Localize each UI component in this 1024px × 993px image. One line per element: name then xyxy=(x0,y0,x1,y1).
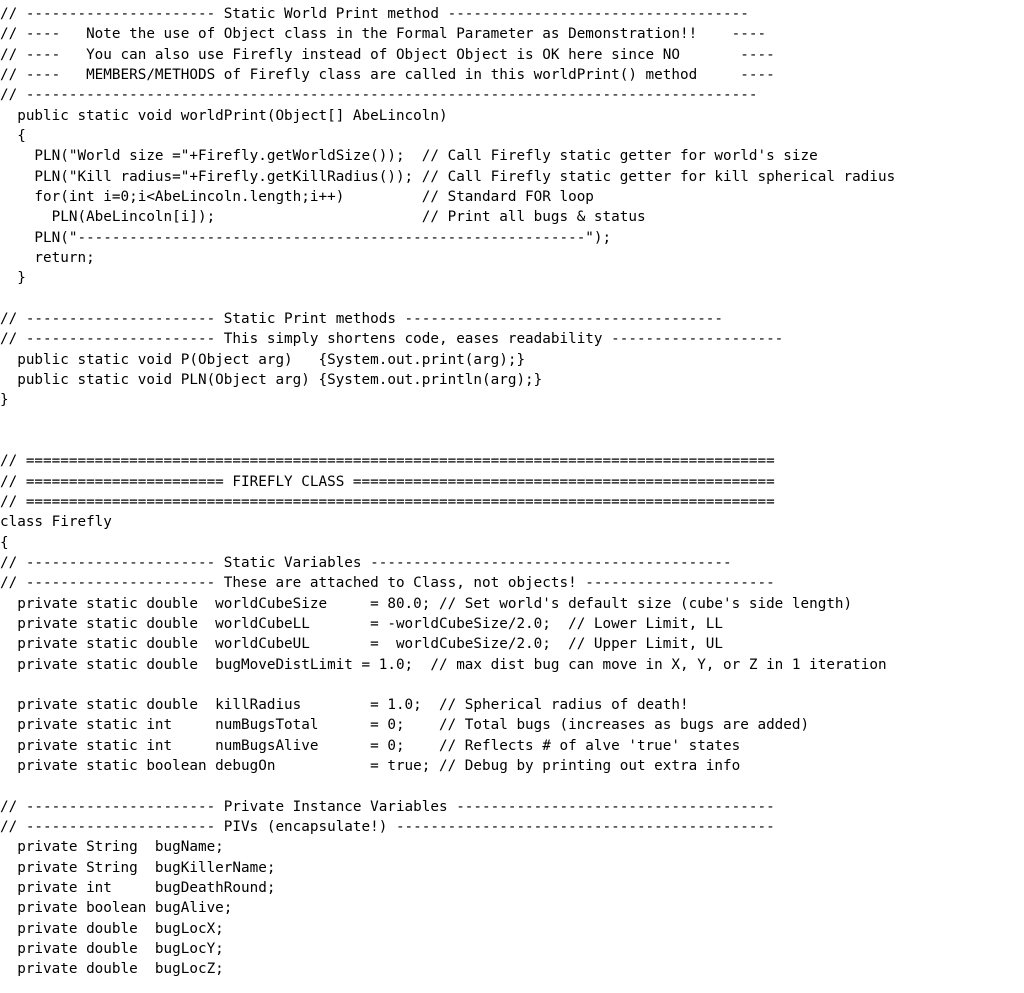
code-line: // ---- You can also use Firefly instead… xyxy=(0,46,775,63)
code-line: for(int i=0;i<AbeLincoln.length;i++) // … xyxy=(0,188,594,205)
code-line: // ---------------------- Private Instan… xyxy=(0,798,775,815)
code-line: private static int numBugsTotal = 0; // … xyxy=(0,717,810,734)
code-line: PLN("Kill radius="+Firefly.getKillRadius… xyxy=(0,168,896,185)
code-line: // =====================================… xyxy=(0,453,775,470)
code-line: // ---- Note the use of Object class in … xyxy=(0,26,767,43)
code-line: PLN("-----------------------------------… xyxy=(0,229,612,246)
code-line: private static boolean debugOn = true; /… xyxy=(0,758,741,775)
code-line: // ======================= FIREFLY CLASS… xyxy=(0,473,775,490)
code-line: // =====================================… xyxy=(0,493,775,510)
code-line: PLN(AbeLincoln[i]); // Print all bugs & … xyxy=(0,209,646,226)
code-line: // ---- MEMBERS/METHODS of Firefly class… xyxy=(0,66,775,83)
code-line: private String bugKillerName; xyxy=(0,859,276,876)
code-line: private double bugLocX; xyxy=(0,920,224,937)
code-line: // -------------------------------------… xyxy=(0,87,758,104)
code-line: // ---------------------- Static Variabl… xyxy=(0,554,732,571)
code-listing[interactable]: // ---------------------- Static World P… xyxy=(0,0,1024,980)
code-line: { xyxy=(0,534,9,551)
code-line: public static void P(Object arg) {System… xyxy=(0,351,526,368)
code-line: private int bugDeathRound; xyxy=(0,880,276,897)
code-line: private String bugName; xyxy=(0,839,224,856)
code-line: // ---------------------- Static Print m… xyxy=(0,310,724,327)
code-line: class Firefly xyxy=(0,514,112,531)
code-line: { xyxy=(0,127,26,144)
code-line: PLN("World size ="+Firefly.getWorldSize(… xyxy=(0,148,818,165)
code-line: } xyxy=(0,392,9,409)
code-line: public static void worldPrint(Object[] A… xyxy=(0,107,448,124)
code-line: public static void PLN(Object arg) {Syst… xyxy=(0,371,543,388)
code-line: private static int numBugsAlive = 0; // … xyxy=(0,737,741,754)
code-line: // ---------------------- PIVs (encapsul… xyxy=(0,819,775,836)
code-line: return; xyxy=(0,249,95,266)
code-line: // ---------------------- This simply sh… xyxy=(0,331,784,348)
code-line: private double bugLocZ; xyxy=(0,961,224,978)
code-line: private static double worldCubeSize = 80… xyxy=(0,595,853,612)
code-line: private boolean bugAlive; xyxy=(0,900,233,917)
code-line: private static double worldCubeLL = -wor… xyxy=(0,615,724,632)
code-line: private static double bugMoveDistLimit =… xyxy=(0,656,887,673)
code-line: private static double killRadius = 1.0; … xyxy=(0,697,689,714)
code-line: } xyxy=(0,270,26,287)
code-line: // ---------------------- These are atta… xyxy=(0,575,775,592)
code-line: private static double worldCubeUL = worl… xyxy=(0,636,724,653)
code-line: // ---------------------- Static World P… xyxy=(0,6,749,22)
code-line: private double bugLocY; xyxy=(0,941,224,958)
